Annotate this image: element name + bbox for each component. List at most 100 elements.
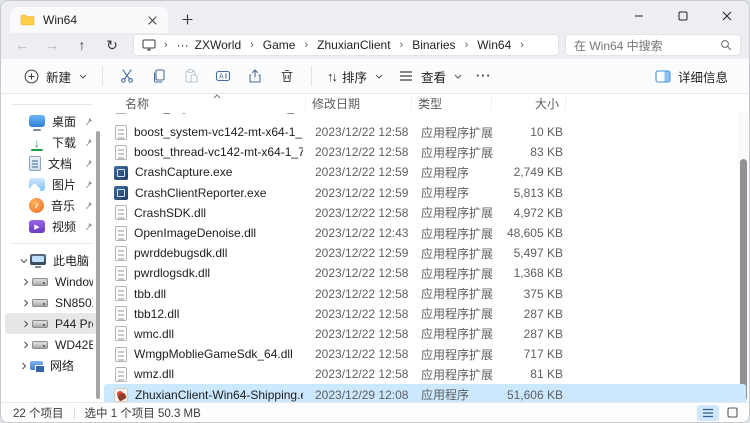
chevron-right-icon: › [459, 39, 475, 51]
breadcrumb-item[interactable]: Game [260, 37, 299, 53]
sidebar-quick-item[interactable]: 文档 [5, 153, 97, 174]
file-row[interactable]: pwrdlogsdk.dll 2023/12/22 12:58 应用程序扩展 1… [104, 263, 746, 283]
details-pane-button[interactable]: 详细信息 [647, 62, 735, 91]
file-row[interactable]: tbb12.dll 2023/12/22 12:58 应用程序扩展 287 KB [104, 304, 746, 324]
breadcrumb[interactable]: › ··· ZXWorld › Game › ZhuxianClient › B… [133, 34, 559, 56]
breadcrumb-item[interactable]: Win64 [474, 37, 514, 53]
new-button-label: 新建 [46, 67, 71, 86]
sidebar-item-label: WD42EJRX (F:) [55, 338, 93, 352]
chevron-right-icon: › [244, 39, 260, 51]
file-row[interactable]: WmgpMoblieGameSdk_64.dll 2023/12/22 12:5… [104, 344, 746, 364]
file-name: pwrddebugsdk.dll [134, 246, 227, 260]
column-header-type[interactable]: 类型 [412, 97, 492, 110]
file-date: 2023/12/22 12:58 [309, 307, 415, 321]
sidebar-drive-item[interactable]: P44 Pro (E:) [5, 313, 97, 334]
sidebar-scrollbar-thumb[interactable] [96, 131, 100, 399]
file-name: tbb.dll [134, 287, 166, 301]
sidebar-quick-item[interactable]: ▶ 视频 [5, 216, 97, 237]
column-header-size[interactable]: 大小 [492, 97, 566, 110]
new-button[interactable]: 新建 [15, 62, 94, 91]
file-row[interactable]: CrashCapture.exe 2023/12/22 12:59 应用程序 2… [104, 162, 746, 182]
sidebar-item-this-pc[interactable]: 此电脑 [5, 250, 97, 271]
file-date: 2023/12/22 12:43 [309, 226, 415, 240]
chevron-collapsed-icon[interactable] [21, 341, 31, 349]
rename-button[interactable]: A [207, 62, 239, 90]
sidebar-drive-item[interactable]: SN850X (D:) [5, 292, 97, 313]
file-name: CrashCapture.exe [135, 165, 232, 179]
sidebar-item-label: 图片 [52, 176, 84, 193]
file-row[interactable]: ZhuxianClient-Win64-Shipping.exe 2023/12… [104, 384, 746, 402]
delete-button[interactable] [271, 62, 303, 90]
file-row[interactable]: boost_system-vc142-mt-x64-1_70.dll 2023/… [104, 122, 746, 142]
network-icon [30, 361, 43, 370]
view-button-label: 查看 [421, 67, 446, 86]
new-tab-button[interactable] [174, 7, 200, 31]
back-button[interactable]: ← [7, 34, 37, 56]
view-button[interactable]: 查看 [390, 62, 469, 91]
file-row[interactable]: boost_regex-vc142-mt-x64-1_70.dll 2023/1… [104, 113, 746, 122]
column-header-date[interactable]: 修改日期 [306, 97, 412, 110]
close-button[interactable] [705, 1, 749, 31]
file-size: 287 KB [495, 307, 569, 321]
minimize-button[interactable] [617, 1, 661, 31]
file-row[interactable]: boost_thread-vc142-mt-x64-1_70.dll 2023/… [104, 142, 746, 162]
breadcrumb-item[interactable]: ZhuxianClient [314, 37, 393, 53]
share-button[interactable] [239, 62, 271, 90]
chevron-collapsed-icon[interactable] [21, 299, 31, 307]
file-size: 5,813 KB [495, 186, 569, 200]
column-header-name[interactable]: 名称 [101, 97, 306, 110]
paste-button[interactable] [175, 62, 207, 90]
rename-icon: A [214, 67, 232, 85]
file-size: 81 KB [495, 367, 569, 381]
pin-icon [84, 159, 93, 168]
refresh-button[interactable]: ↻ [97, 34, 127, 56]
breadcrumb-item[interactable]: Binaries [409, 37, 458, 53]
breadcrumb-overflow[interactable]: ··· [174, 37, 192, 53]
pin-icon [84, 201, 93, 210]
file-size: 330 KB [495, 113, 569, 114]
sidebar-quick-item[interactable]: ♪ 音乐 [5, 195, 97, 216]
up-button[interactable]: ↑ [67, 34, 97, 56]
sort-button[interactable]: ↑↓ 排序 [320, 62, 390, 91]
file-row[interactable]: CrashSDK.dll 2023/12/22 12:58 应用程序扩展 4,9… [104, 203, 746, 223]
more-options-button[interactable]: ··· [469, 64, 499, 88]
chevron-collapsed-icon[interactable] [21, 278, 31, 286]
dll-file-icon [115, 306, 127, 321]
file-row[interactable]: wmc.dll 2023/12/22 12:58 应用程序扩展 287 KB [104, 324, 746, 344]
sidebar-divider [11, 243, 93, 244]
chevron-expanded-icon[interactable] [19, 257, 29, 265]
maximize-button[interactable] [661, 1, 705, 31]
file-row[interactable]: wmz.dll 2023/12/22 12:58 应用程序扩展 81 KB [104, 364, 746, 384]
chevron-collapsed-icon[interactable] [19, 362, 29, 370]
large-icons-view-toggle[interactable] [721, 405, 743, 421]
status-separator [74, 407, 75, 419]
breadcrumb-item[interactable]: ZXWorld [192, 37, 244, 53]
sidebar-item-label: Windows11 (C:) [55, 275, 93, 289]
sidebar-item-network[interactable]: 网络 [5, 355, 97, 376]
explorer-tab[interactable]: Win64 [10, 7, 168, 33]
sidebar-quick-item[interactable]: 图片 [5, 174, 97, 195]
file-row[interactable]: pwrddebugsdk.dll 2023/12/22 12:59 应用程序扩展… [104, 243, 746, 263]
dll-file-icon [115, 226, 127, 241]
chevron-collapsed-icon[interactable] [21, 320, 31, 328]
sidebar-quick-item[interactable]: ↓ 下载 [5, 132, 97, 153]
tab-close-icon[interactable] [144, 12, 160, 28]
file-row[interactable]: OpenImageDenoise.dll 2023/12/22 12:43 应用… [104, 223, 746, 243]
forward-button[interactable]: → [37, 34, 67, 56]
file-row[interactable]: tbb.dll 2023/12/22 12:58 应用程序扩展 375 KB [104, 284, 746, 304]
sidebar-drive-item[interactable]: WD42EJRX (F:) [5, 334, 97, 355]
file-row[interactable]: CrashClientReporter.exe 2023/12/22 12:59… [104, 183, 746, 203]
sidebar-item-label: 桌面 [52, 113, 84, 130]
details-view-toggle[interactable] [697, 405, 719, 421]
sidebar-quick-item[interactable]: 桌面 [5, 111, 97, 132]
window-controls [617, 1, 749, 31]
sidebar-drive-item[interactable]: Windows11 (C:) [5, 271, 97, 292]
drive-icon [32, 320, 48, 328]
file-type: 应用程序扩展 [415, 305, 495, 322]
copy-button[interactable] [143, 62, 175, 90]
search-input[interactable]: 在 Win64 中搜索 [565, 34, 741, 56]
cut-button[interactable] [111, 62, 143, 90]
chevron-down-icon [79, 74, 87, 79]
this-pc-icon[interactable] [142, 39, 156, 51]
search-icon [720, 39, 732, 51]
